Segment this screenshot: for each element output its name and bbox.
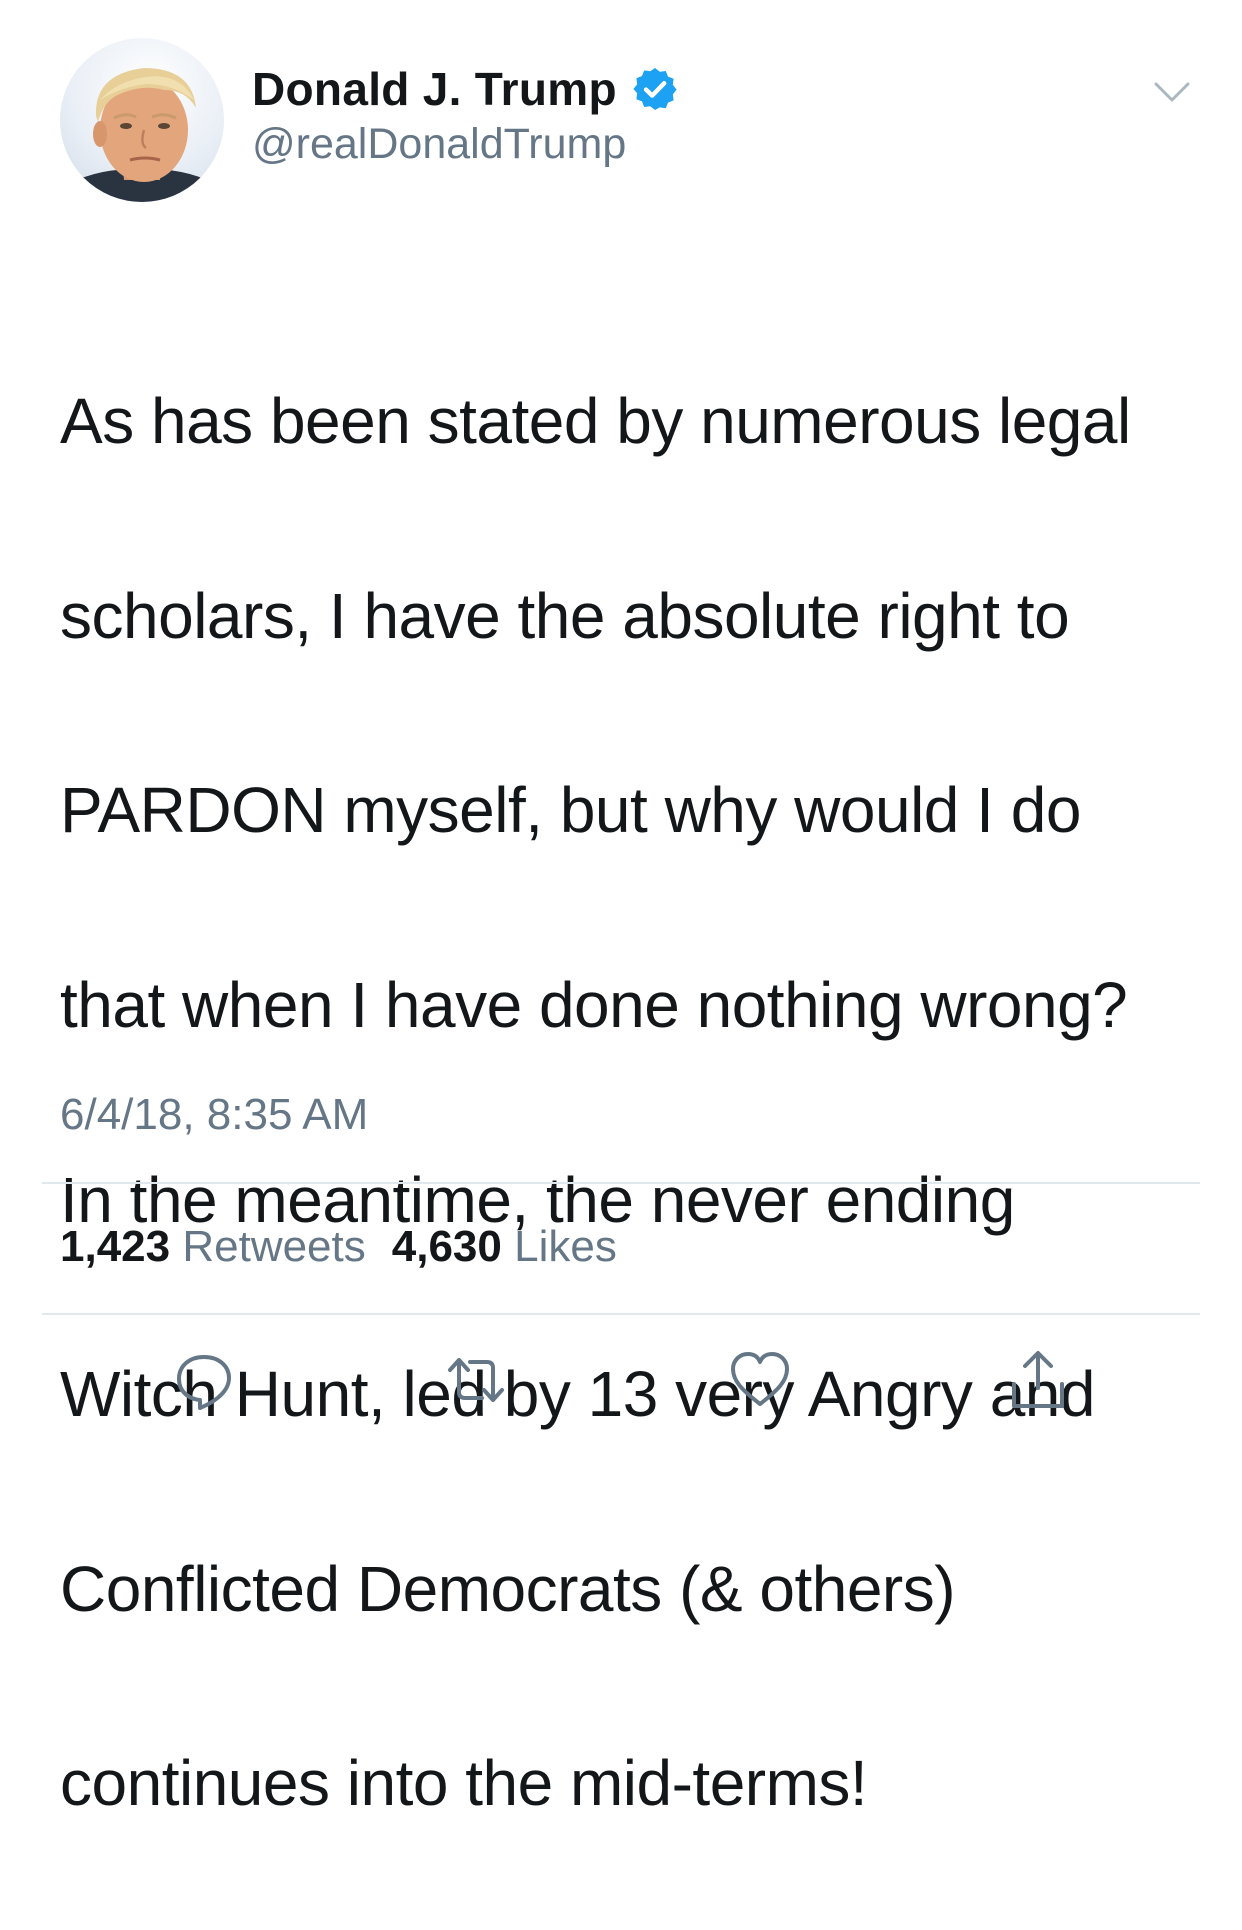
- tweet-text-line: PARDON myself, but why would I do: [60, 774, 1081, 847]
- chevron-down-icon[interactable]: [1152, 78, 1192, 106]
- tweet-text-line: As has been stated by numerous legal: [60, 385, 1131, 458]
- tweet-stats: 1,423 Retweets 4,630 Likes: [60, 1222, 617, 1272]
- heart-icon: [731, 1352, 789, 1406]
- tweet-text-line: Conflicted Democrats (& others): [60, 1552, 956, 1625]
- avatar-photo-icon: [60, 68, 224, 202]
- share-button[interactable]: [1006, 1348, 1070, 1412]
- divider: [42, 1313, 1200, 1315]
- reply-button[interactable]: [172, 1348, 236, 1412]
- author-name[interactable]: Donald J. Trump: [252, 62, 617, 116]
- like-button[interactable]: [728, 1348, 792, 1412]
- likes-stat[interactable]: 4,630 Likes: [392, 1222, 617, 1271]
- reply-icon: [177, 1355, 231, 1410]
- retweets-label: Retweets: [182, 1222, 366, 1271]
- tweet-text-line: continues into the mid-terms!: [60, 1747, 868, 1820]
- tweet-text-line: that when I have done nothing wrong?: [60, 969, 1128, 1042]
- divider: [42, 1182, 1200, 1184]
- retweets-count: 1,423: [60, 1222, 171, 1271]
- avatar[interactable]: [60, 38, 224, 202]
- tweet-detail: Donald J. Trump @realDonaldTrump As has …: [0, 0, 1242, 1819]
- share-icon: [1012, 1351, 1064, 1408]
- verified-badge-icon: [633, 68, 677, 110]
- likes-label: Likes: [514, 1222, 617, 1271]
- author-handle[interactable]: @realDonaldTrump: [252, 120, 626, 169]
- retweet-button[interactable]: [444, 1348, 508, 1412]
- likes-count: 4,630: [391, 1222, 502, 1271]
- retweets-stat[interactable]: 1,423 Retweets: [60, 1222, 366, 1271]
- retweet-icon: [448, 1358, 504, 1402]
- author-name-row[interactable]: Donald J. Trump: [252, 62, 679, 116]
- tweet-text-line: scholars, I have the absolute right to: [60, 579, 1070, 652]
- tweet-timestamp: 6/4/18, 8:35 AM: [60, 1090, 369, 1139]
